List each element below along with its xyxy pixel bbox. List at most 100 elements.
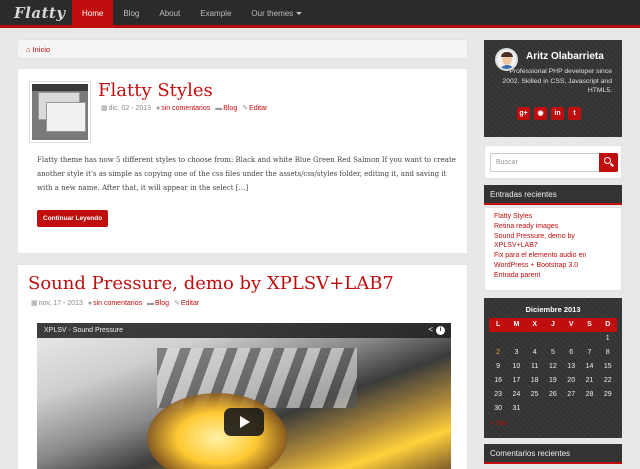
- calendar-day: [544, 402, 562, 416]
- caret-down-icon: [296, 12, 303, 16]
- calendar-day[interactable]: 16: [489, 374, 507, 388]
- social-links: g+ ◉ in t: [517, 107, 581, 120]
- video-title-bar: XPLSV - Sound Pressure: [37, 323, 451, 338]
- breadcrumb-home-link[interactable]: Inicio: [33, 45, 51, 54]
- calendar-day[interactable]: 28: [580, 388, 598, 402]
- recent-post-link[interactable]: Flatty Styles: [494, 212, 612, 222]
- nav-item-example[interactable]: Example: [190, 0, 241, 28]
- breadcrumb: ⌂ Inicio: [17, 39, 468, 59]
- post-thumbnail[interactable]: [29, 81, 91, 143]
- linkedin-icon[interactable]: in: [551, 107, 564, 120]
- post-date: dic, 02 - 2013: [108, 105, 152, 112]
- search-button[interactable]: [599, 153, 618, 172]
- calendar-weekday: S: [580, 318, 599, 332]
- home-icon: ⌂: [26, 45, 31, 54]
- calendar-day[interactable]: 8: [599, 346, 617, 360]
- post-title[interactable]: Sound Pressure, demo by XPLSV+LAB7: [28, 273, 394, 294]
- calendar-day[interactable]: 12: [544, 360, 562, 374]
- calendar-day[interactable]: 25: [526, 388, 544, 402]
- calendar-day[interactable]: 5: [544, 346, 562, 360]
- calendar-day[interactable]: 19: [544, 374, 562, 388]
- recent-post-link[interactable]: Fix para el elemento audio en: [494, 251, 612, 261]
- video-player[interactable]: XPLSV - Sound Pressure < i: [37, 323, 451, 469]
- github-icon[interactable]: ◉: [534, 107, 547, 120]
- post-card: Sound Pressure, demo by XPLSV+LAB7 ▦nov,…: [17, 264, 468, 469]
- post-title[interactable]: Flatty Styles: [98, 80, 213, 101]
- calendar-day: [526, 332, 544, 346]
- folder-icon: ▬: [215, 105, 223, 112]
- calendar-day[interactable]: 30: [489, 402, 507, 416]
- calendar-week: 30 31: [489, 402, 617, 416]
- calendar-prev-link[interactable]: « nov: [490, 420, 507, 427]
- search-widget: [484, 145, 622, 179]
- calendar-icon: ▦: [101, 105, 108, 112]
- calendar-day[interactable]: 14: [580, 360, 598, 374]
- calendar-day[interactable]: 2: [489, 346, 507, 360]
- calendar-day[interactable]: 31: [507, 402, 525, 416]
- calendar-day: [599, 402, 617, 416]
- calendar-day[interactable]: 18: [526, 374, 544, 388]
- twitter-icon[interactable]: t: [568, 107, 581, 120]
- calendar-day: [562, 402, 580, 416]
- calendar-day[interactable]: 7: [580, 346, 598, 360]
- calendar-day[interactable]: 4: [526, 346, 544, 360]
- recent-post-link[interactable]: Retina ready images: [494, 222, 612, 232]
- pencil-icon: ✎: [174, 300, 180, 307]
- google-plus-icon[interactable]: g+: [517, 107, 530, 120]
- calendar-day[interactable]: 24: [507, 388, 525, 402]
- calendar-week: 16 17 18 19 20 21 22: [489, 374, 617, 388]
- post-comments-link[interactable]: sin comentarios: [93, 300, 142, 307]
- calendar-day[interactable]: 29: [599, 388, 617, 402]
- calendar-day: [562, 332, 580, 346]
- calendar-day[interactable]: 1: [599, 332, 617, 346]
- calendar-day[interactable]: 17: [507, 374, 525, 388]
- nav-item-our-themes[interactable]: Our themes: [241, 0, 312, 28]
- post-edit-link[interactable]: Editar: [181, 300, 199, 307]
- recent-post-link[interactable]: Entrada parent: [494, 271, 612, 281]
- post-category-link[interactable]: Blog: [155, 300, 169, 307]
- recent-post-link[interactable]: WordPress + Bootstrap 3.0: [494, 261, 612, 271]
- thumbnail-image: [32, 84, 88, 140]
- post-excerpt: Flatty theme has now 5 different styles …: [37, 156, 456, 192]
- search-input[interactable]: [490, 153, 600, 172]
- calendar-day[interactable]: 21: [580, 374, 598, 388]
- calendar-day[interactable]: 22: [599, 374, 617, 388]
- share-icon[interactable]: <: [428, 325, 433, 334]
- calendar-day[interactable]: 15: [599, 360, 617, 374]
- calendar-weekday: J: [543, 318, 563, 332]
- post-edit-link[interactable]: Editar: [249, 105, 267, 112]
- continue-reading-button[interactable]: Continuar Leyendo: [37, 210, 109, 227]
- calendar-day[interactable]: 6: [562, 346, 580, 360]
- calendar-icon: ▦: [31, 300, 38, 307]
- calendar-day[interactable]: 3: [507, 346, 525, 360]
- brand-logo[interactable]: Flatty: [14, 4, 66, 22]
- play-button[interactable]: [224, 408, 264, 436]
- calendar-weekday: M: [507, 318, 526, 332]
- recent-posts-heading: Entradas recientes: [484, 185, 622, 205]
- nav-item-blog[interactable]: Blog: [113, 0, 149, 28]
- post-comments-link[interactable]: sin comentarios: [161, 105, 210, 112]
- calendar-week: 9 10 11 12 13 14 15: [489, 360, 617, 374]
- recent-post-link[interactable]: XPLSV+LAB7: [494, 241, 612, 251]
- calendar-day[interactable]: 10: [507, 360, 525, 374]
- main-nav: Home Blog About Example Our themes: [72, 0, 312, 28]
- info-icon[interactable]: i: [436, 326, 445, 335]
- calendar-day[interactable]: 26: [544, 388, 562, 402]
- calendar-day: [580, 332, 598, 346]
- video-title[interactable]: XPLSV - Sound Pressure: [44, 327, 123, 334]
- nav-item-about[interactable]: About: [149, 0, 190, 28]
- calendar-week: 23 24 25 26 27 28 29: [489, 388, 617, 402]
- calendar-day[interactable]: 27: [562, 388, 580, 402]
- nav-item-home[interactable]: Home: [72, 0, 114, 28]
- post-card: Flatty Styles ▦dic, 02 - 2013 ●sin comen…: [17, 68, 468, 254]
- calendar-day[interactable]: 13: [562, 360, 580, 374]
- calendar-day[interactable]: 11: [526, 360, 544, 374]
- calendar-title: Diciembre 2013: [525, 305, 581, 314]
- calendar-day[interactable]: 23: [489, 388, 507, 402]
- post-category-link[interactable]: Blog: [223, 105, 237, 112]
- calendar-day[interactable]: 9: [489, 360, 507, 374]
- recent-post-link[interactable]: Sound Pressure, demo by: [494, 232, 612, 242]
- profile-bio: Professional PHP developer since 2002. S…: [502, 68, 612, 94]
- nav-item-our-themes-label: Our themes: [251, 9, 294, 18]
- calendar-day[interactable]: 20: [562, 374, 580, 388]
